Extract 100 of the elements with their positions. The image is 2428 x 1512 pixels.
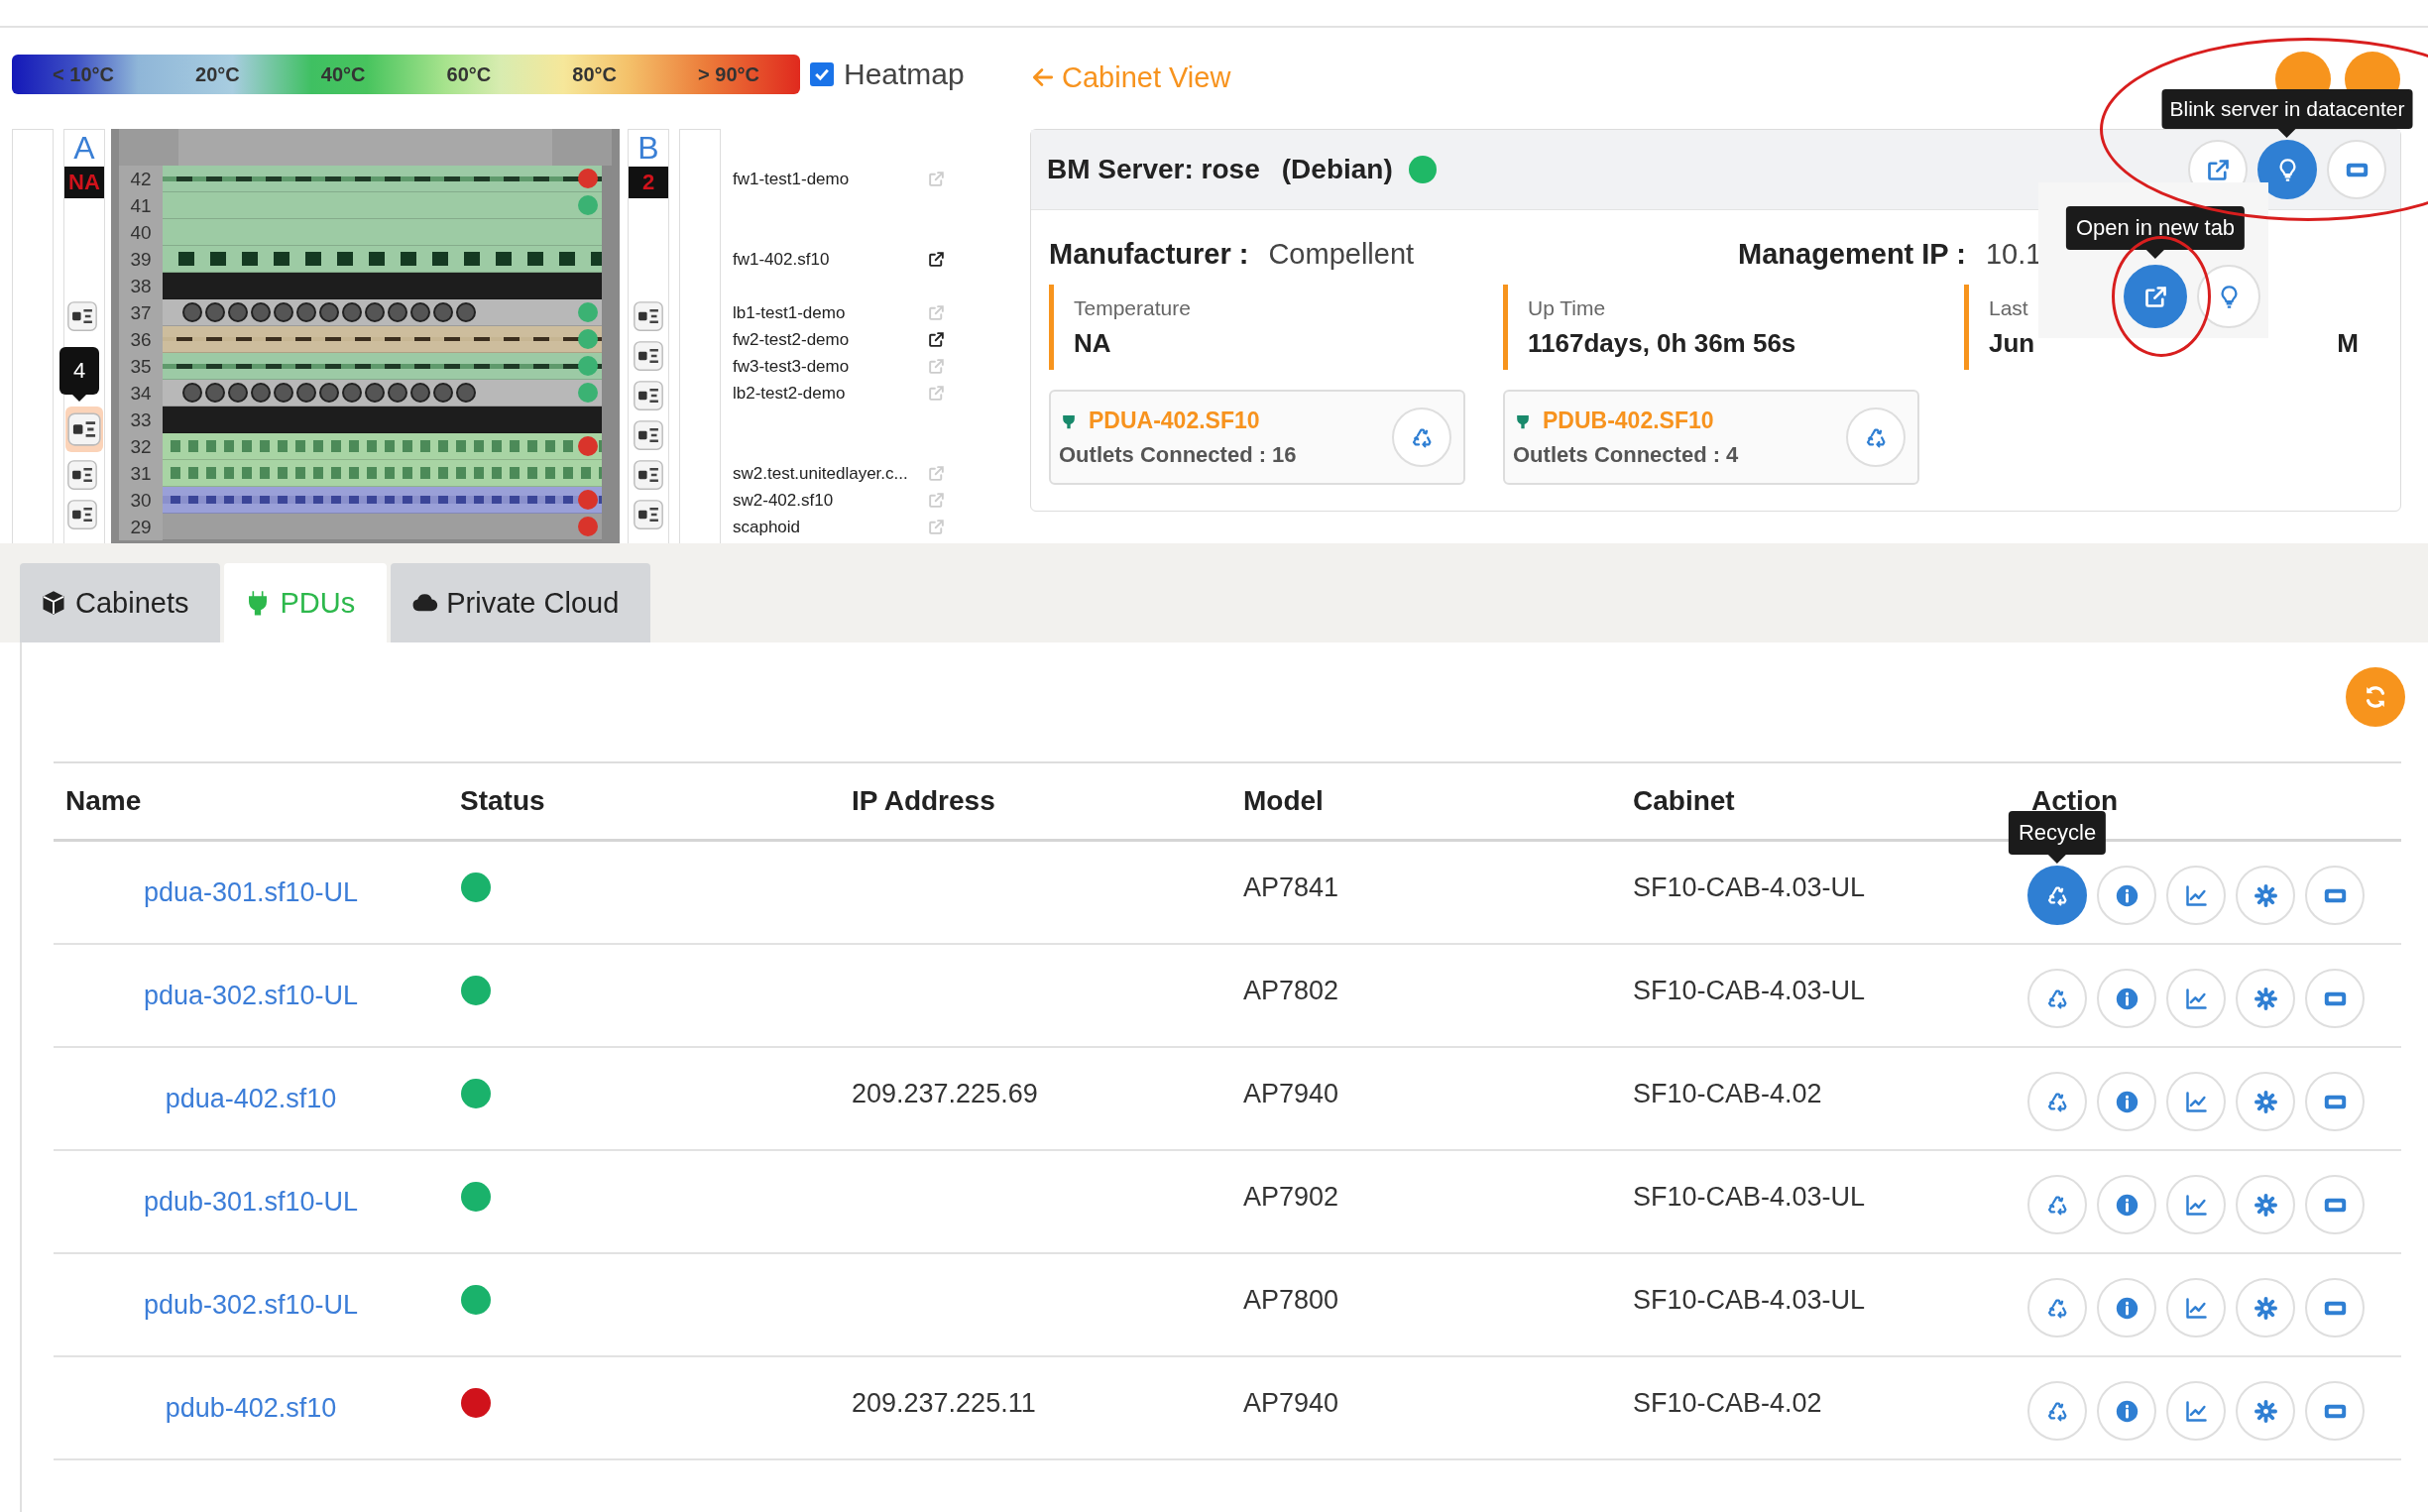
outlet-icon[interactable] bbox=[632, 379, 665, 412]
server-link[interactable]: sw2.test.unitedlayer.c... bbox=[733, 463, 908, 484]
server-link[interactable]: scaphoid bbox=[733, 517, 801, 537]
server-link[interactable]: sw2-402.sf10 bbox=[733, 490, 834, 511]
server-link[interactable]: lb2-test2-demo bbox=[733, 383, 846, 404]
heatmap-checkbox[interactable] bbox=[810, 62, 834, 86]
settings-button[interactable] bbox=[2236, 1278, 2295, 1338]
settings-button[interactable] bbox=[2236, 1072, 2295, 1131]
column-header: Status bbox=[459, 785, 546, 817]
stat-value: M bbox=[2337, 327, 2359, 359]
pdu-link[interactable]: pdua-402.sf10 bbox=[165, 1083, 337, 1113]
outlet-icon[interactable] bbox=[632, 418, 665, 452]
pdu-link[interactable]: pdua-302.sf10-UL bbox=[143, 980, 359, 1010]
outlet-icon[interactable] bbox=[65, 299, 99, 333]
rack-unit-number: 36 bbox=[119, 326, 163, 353]
tab[interactable]: Private Cloud bbox=[391, 563, 651, 642]
settings-button[interactable] bbox=[2236, 1381, 2295, 1441]
pdu-link[interactable]: pdub-402.sf10 bbox=[165, 1392, 337, 1423]
pdu-link[interactable]: pdub-301.sf10-UL bbox=[143, 1186, 359, 1217]
server-link[interactable]: fw1-test1-demo bbox=[733, 169, 850, 189]
outlet-icon[interactable] bbox=[65, 407, 103, 452]
recycle-button[interactable] bbox=[2027, 1072, 2087, 1131]
outlet-icon[interactable] bbox=[632, 458, 665, 492]
strip-label: B bbox=[637, 130, 659, 167]
outlet-icon[interactable] bbox=[632, 299, 665, 333]
cabinet-name: SF10-CAB-4.02 bbox=[1633, 1387, 1822, 1418]
line-chart-button[interactable] bbox=[2166, 1175, 2226, 1234]
rack-unit-number: 40 bbox=[119, 219, 163, 246]
settings-button[interactable] bbox=[2236, 1175, 2295, 1234]
model-name: AP7841 bbox=[1243, 872, 1339, 902]
server-button[interactable] bbox=[2305, 1278, 2365, 1338]
rack-device[interactable] bbox=[163, 353, 602, 380]
line-chart-button[interactable] bbox=[2166, 969, 2226, 1028]
model-name: AP7800 bbox=[1243, 1284, 1339, 1315]
rack-unit-number: 33 bbox=[119, 407, 163, 433]
recycle-button[interactable] bbox=[1392, 407, 1451, 467]
rack-unit-number: 35 bbox=[119, 353, 163, 380]
cabinet-name: SF10-CAB-4.03-UL bbox=[1633, 872, 1866, 902]
stat-value: NA bbox=[1074, 327, 1111, 359]
settings-icon bbox=[2252, 881, 2279, 909]
model-name: AP7940 bbox=[1243, 1078, 1339, 1108]
line-chart-button[interactable] bbox=[2166, 1278, 2226, 1338]
info-button[interactable] bbox=[2097, 969, 2156, 1028]
rack-unit-number: 39 bbox=[119, 246, 163, 273]
server-link[interactable]: lb1-test1-demo bbox=[733, 302, 846, 323]
cabinet-name: SF10-CAB-4.03-UL bbox=[1633, 1284, 1866, 1315]
tooltip: Open in new tab bbox=[2065, 206, 2246, 259]
server-button[interactable] bbox=[2305, 1072, 2365, 1131]
pdu-link[interactable]: pdua-301.sf10-UL bbox=[143, 876, 359, 907]
outlet-icon[interactable] bbox=[65, 498, 99, 531]
rack-device[interactable] bbox=[163, 380, 602, 407]
external-link-icon[interactable] bbox=[927, 330, 946, 349]
rack-device[interactable] bbox=[163, 326, 602, 353]
tooltip: Recycle bbox=[2008, 811, 2107, 864]
server-link[interactable]: fw2-test2-demo bbox=[733, 329, 850, 350]
outlet-icon[interactable] bbox=[65, 458, 99, 492]
line-chart-button[interactable] bbox=[2166, 1381, 2226, 1441]
recycle-button[interactable] bbox=[2027, 1175, 2087, 1234]
ip-address: 209.237.225.69 bbox=[852, 1078, 1038, 1108]
server-button[interactable] bbox=[2305, 866, 2365, 925]
server-button[interactable] bbox=[2305, 1381, 2365, 1441]
server-button[interactable] bbox=[2305, 1175, 2365, 1234]
info-button[interactable] bbox=[2097, 1175, 2156, 1234]
line-chart-button[interactable] bbox=[2166, 1072, 2226, 1131]
recycle-button[interactable] bbox=[1846, 407, 1906, 467]
settings-icon bbox=[2252, 1191, 2279, 1219]
model-name: AP7940 bbox=[1243, 1387, 1339, 1418]
rack-unit-number: 38 bbox=[119, 273, 163, 299]
refresh-button[interactable] bbox=[2346, 667, 2405, 727]
server-os: (Debian) bbox=[1281, 154, 1393, 185]
info-button[interactable] bbox=[2097, 1278, 2156, 1338]
recycle-button[interactable] bbox=[2027, 1381, 2087, 1441]
rack-device[interactable] bbox=[163, 246, 602, 273]
line-chart-button[interactable] bbox=[2166, 866, 2226, 925]
temperature-label: 80°C bbox=[572, 62, 617, 86]
rack-device[interactable] bbox=[163, 487, 602, 514]
outlet-icon[interactable] bbox=[632, 339, 665, 373]
settings-button[interactable] bbox=[2236, 866, 2295, 925]
lightbulb-button[interactable] bbox=[2197, 265, 2260, 328]
pdu-link[interactable]: pdub-302.sf10-UL bbox=[143, 1289, 359, 1320]
recycle-button[interactable] bbox=[2027, 969, 2087, 1028]
server-link[interactable]: fw3-test3-demo bbox=[733, 356, 850, 377]
tab[interactable]: Cabinets bbox=[20, 563, 221, 642]
external-link-icon[interactable] bbox=[927, 250, 946, 269]
rack-device[interactable] bbox=[163, 166, 602, 192]
rack-unit-number: 41 bbox=[119, 192, 163, 219]
server-link[interactable]: fw1-402.sf10 bbox=[733, 249, 830, 270]
outlet-icon[interactable] bbox=[632, 498, 665, 531]
settings-button[interactable] bbox=[2236, 969, 2295, 1028]
column-header: IP Address bbox=[851, 785, 996, 817]
settings-icon bbox=[2252, 985, 2279, 1012]
cabinet-name: SF10-CAB-4.02 bbox=[1633, 1078, 1822, 1108]
server-button[interactable] bbox=[2305, 969, 2365, 1028]
rack-device[interactable] bbox=[163, 299, 602, 326]
server-button[interactable] bbox=[2327, 140, 2386, 199]
info-button[interactable] bbox=[2097, 1072, 2156, 1131]
info-button[interactable] bbox=[2097, 866, 2156, 925]
info-button[interactable] bbox=[2097, 1381, 2156, 1441]
recycle-button[interactable] bbox=[2027, 1278, 2087, 1338]
field-value: 10.1 bbox=[1985, 238, 2042, 271]
